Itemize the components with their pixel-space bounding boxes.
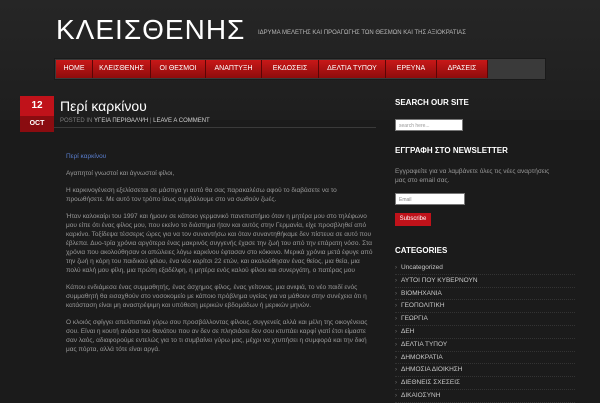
post-lead-link[interactable]: Περί καρκίνου [66,152,374,161]
post-paragraph: Ήταν καλοκαίρι του 1997 και ήμουν σε κάπ… [66,213,373,274]
nav-item-deltia-typou[interactable]: ΔΕΛΤΙΑ ΤΥΠΟΥ [319,60,386,78]
chevron-right-icon: › [395,316,397,323]
chevron-right-icon: › [395,380,397,387]
category-item[interactable]: › ΔΙΕΘΝΕΙΣ ΣΧΕΣΕΙΣ [395,377,575,390]
chevron-right-icon: › [395,265,397,271]
chevron-right-icon: › [395,341,397,348]
post-meta-separator: | [149,118,152,124]
post-category-link[interactable]: ΥΓΕΙΑ ΠΕΡΙΘΑΛΨΗ [94,118,148,124]
nav-item-kleisthenis[interactable]: ΚΛΕΙΣΘΕΝΗΣ [93,60,151,78]
chevron-right-icon: › [395,303,397,310]
categories-heading: CATEGORIES [395,246,448,255]
chevron-right-icon: › [395,354,397,361]
category-item[interactable]: › ΒΙΟΜΗΧΑΝΙΑ [395,288,575,301]
post-date-badge: 12 OCT [20,96,54,132]
category-label: ΓΕΩΡΓΙΑ [401,315,428,323]
category-label: ΒΙΟΜΗΧΑΝΙΑ [401,289,442,297]
chevron-right-icon: › [395,277,397,284]
category-item[interactable]: › ΓΕΩΡΓΙΑ [395,313,575,326]
category-label: ΔΙΚΑΙΟΣΥΝΗ [401,391,441,399]
post-paragraph: Αγαπητοί γνωστοί και άγνωστοί φίλοι, [66,170,175,177]
chevron-right-icon: › [395,367,397,374]
category-item[interactable]: › ΔΙΚΑΙΟΣΥΝΗ [395,390,575,403]
category-item[interactable]: › ΔΕΗ [395,326,575,339]
post-content: Περί καρκίνου Αγαπητοί γνωστοί και άγνωσ… [66,152,374,362]
nav-item-thesmoi[interactable]: ΟΙ ΘΕΣΜΟΙ [151,60,206,78]
chevron-right-icon: › [395,392,397,399]
chevron-right-icon: › [395,290,397,297]
chevron-right-icon: › [395,328,397,335]
category-label: ΑΥΤΟΙ ΠΟΥ ΚΥΒΕΡΝΟΥΝ [401,276,478,284]
leave-comment-link[interactable]: LEAVE A COMMENT [153,118,210,124]
nav-item-draseis[interactable]: ΔΡΑΣΕΙΣ [437,60,488,78]
newsletter-text: Εγγραφείτε για να λαμβάνετε όλες τις νέε… [395,168,550,184]
post-meta-prefix: POSTED IN [60,118,93,124]
email-input[interactable]: Email [395,193,465,205]
category-item[interactable]: › ΑΥΤΟΙ ΠΟΥ ΚΥΒΕΡΝΟΥΝ [395,275,575,288]
subscribe-button[interactable]: Subscribe [395,213,431,226]
categories-list: › Uncategorized › ΑΥΤΟΙ ΠΟΥ ΚΥΒΕΡΝΟΥΝ › ΒΙΟ… [395,262,575,403]
category-item[interactable]: › Uncategorized [395,262,575,275]
post-paragraph: Ο κλοιός σφίγγει απελπιστικά γύρω σου πρ… [66,319,368,353]
category-label: ΔΕΛΤΙΑ ΤΥΠΟΥ [401,340,448,348]
site-title[interactable]: ΚΛΕΙΣΘΕΝΗΣ [56,14,245,46]
nav-item-ekdoseis[interactable]: ΕΚΔΟΣΕΙΣ [262,60,319,78]
category-item[interactable]: › ΔΗΜΟΚΡΑΤΙΑ [395,352,575,365]
category-item[interactable]: › ΔΕΛΤΙΑ ΤΥΠΟΥ [395,339,575,352]
category-label: ΔΙΕΘΝΕΙΣ ΣΧΕΣΕΙΣ [401,379,461,387]
category-item[interactable]: › ΔΗΜΟΣΙΑ ΔΙΟΙΚΗΣΗ [395,364,575,378]
post-date-month: OCT [20,116,54,132]
site-description: ΙΔΡΥΜΑ ΜΕΛΕΤΗΣ ΚΑΙ ΠΡΟΑΓΩΓΗΣ ΤΩΝ ΘΕΣΜΩΝ … [258,30,466,36]
category-label: Uncategorized [401,264,443,271]
category-label: ΔΕΗ [401,327,415,335]
category-label: ΓΕΟΠΟΛΙΤΙΚΗ [401,302,445,310]
nav-item-home[interactable]: HOME [56,60,93,78]
nav-item-erevna[interactable]: ΕΡΕΥΝΑ [386,60,437,78]
newsletter-heading: ΕΓΓΡΑΦΗ ΣΤΟ NEWSLETTER [395,146,508,155]
main-navigation: HOME ΚΛΕΙΣΘΕΝΗΣ ΟΙ ΘΕΣΜΟΙ ΑΝΑΠΤΥΞΗ ΕΚΔΟΣ… [54,58,546,80]
post-divider [54,127,376,128]
post-meta: POSTED IN ΥΓΕΙΑ ΠΕΡΙΘΑΛΨΗ | LEAVE A COMM… [60,118,210,124]
post-paragraph: Η καρκινογένεση εξελίσσεται σε μάστιγα γ… [66,187,337,203]
category-item[interactable]: › ΓΕΟΠΟΛΙΤΙΚΗ [395,300,575,314]
search-input[interactable]: search here... [395,119,463,131]
post-paragraph: Κάπου ενδιάμεσα ένας συμμαθητής, ένας άσ… [66,284,367,309]
search-heading: SEARCH OUR SITE [395,98,469,107]
category-label: ΔΗΜΟΚΡΑΤΙΑ [401,353,443,361]
post-title[interactable]: Περί καρκίνου [60,98,147,114]
post-date-day: 12 [20,96,54,116]
nav-item-anaptyxi[interactable]: ΑΝΑΠΤΥΞΗ [206,60,262,78]
category-label: ΔΗΜΟΣΙΑ ΔΙΟΙΚΗΣΗ [401,366,463,374]
